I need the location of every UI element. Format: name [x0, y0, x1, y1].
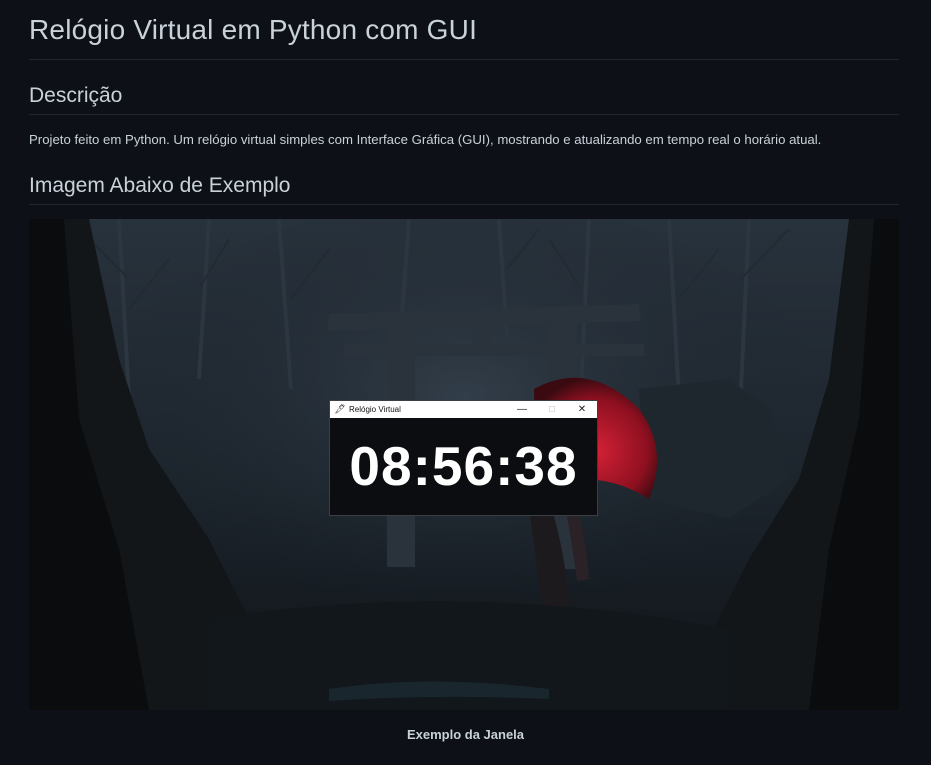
section-heading-description: Descrição: [29, 84, 123, 107]
example-screenshot-image[interactable]: 🖋 Relógio Virtual — □ ✕ 08:56:38: [29, 219, 899, 710]
image-caption: Exemplo da Janela: [406, 727, 525, 742]
description-text: Projeto feito em Python. Um relógio virt…: [29, 132, 822, 147]
section-divider: [29, 114, 899, 115]
section-heading-example: Imagem Abaixo de Exemplo: [29, 174, 291, 197]
feather-icon: 🖋: [334, 404, 346, 414]
maximize-icon[interactable]: □: [537, 401, 567, 418]
title-divider: [29, 59, 899, 60]
page-title: Relógio Virtual em Python com GUI: [29, 14, 478, 45]
minimize-icon[interactable]: —: [507, 401, 537, 418]
window-title: Relógio Virtual: [349, 405, 401, 414]
clock-app-window[interactable]: 🖋 Relógio Virtual — □ ✕ 08:56:38: [329, 400, 598, 516]
clock-time-display: 08:56:38: [349, 435, 578, 497]
readme-page: Relógio Virtual em Python com GUI Descri…: [0, 0, 931, 765]
window-titlebar[interactable]: 🖋 Relógio Virtual — □ ✕: [330, 401, 597, 418]
section-divider: [29, 204, 899, 205]
close-icon[interactable]: ✕: [567, 401, 597, 418]
